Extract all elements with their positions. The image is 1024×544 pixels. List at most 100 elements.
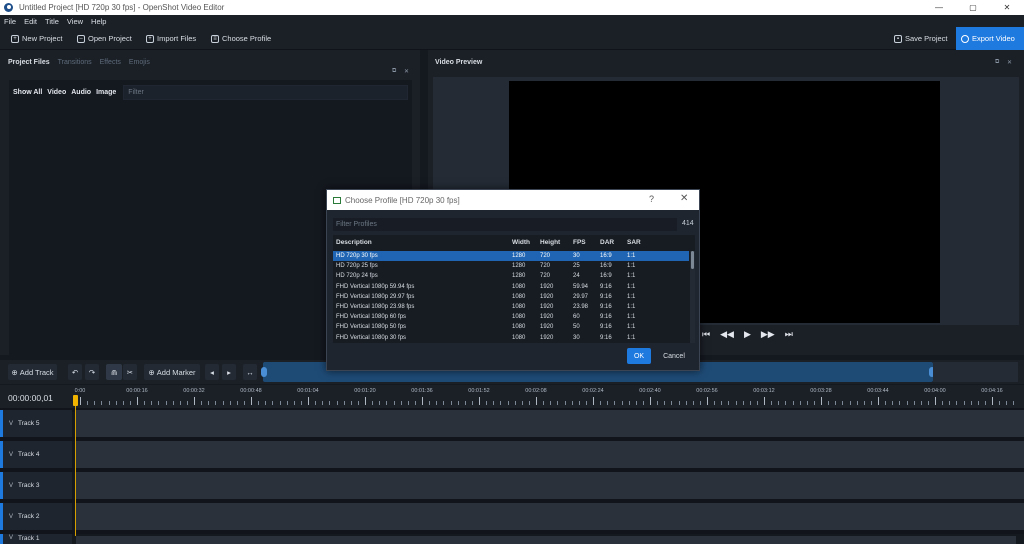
profile-row[interactable]: FHD Vertical 1080p 30 fps 1080 1920 30 9:16 1… [333,333,689,343]
profile-row[interactable]: FHD Vertical 1080p 29.97 fps 1080 1920 29.9… [333,292,689,302]
float-preview-icon[interactable]: ⧉ [995,59,999,66]
menu-title[interactable]: Title [45,17,59,26]
choose-profile-button[interactable]: ≡ Choose Profile [211,31,271,46]
menu-view[interactable]: View [67,17,83,26]
choose-profile-dialog: Choose Profile [HD 720p 30 fps] ? ✕ Filt… [326,189,700,371]
track-header[interactable]: V Track 3 [0,472,72,499]
timeline-ruler[interactable]: 00:00:00,01 0:00 00:00:16 00:00:32 00:00:48… [0,385,1024,408]
ruler-minor-tick [977,401,979,405]
column-sar[interactable]: SAR [627,239,641,246]
track-header[interactable]: V Track 5 [0,410,72,437]
track-header[interactable]: V Track 4 [0,441,72,468]
track-row: V Track 4 [0,441,1024,468]
menu-edit[interactable]: Edit [24,17,37,26]
tab-emojis[interactable]: Emojis [129,59,150,66]
menu-help[interactable]: Help [91,17,106,26]
track-header[interactable]: V Track 1 [0,534,72,544]
profile-row[interactable]: FHD Vertical 1080p 23.98 fps 1080 1920 23.9… [333,302,689,312]
chevron-down-icon[interactable]: V [9,483,13,489]
ruler-minor-tick [528,401,530,405]
track-lane[interactable] [75,472,1024,499]
column-dar[interactable]: DAR [600,239,614,246]
undo-button[interactable]: ↶ [68,364,82,380]
minimize-button[interactable]: — [922,0,956,15]
tab-transitions[interactable]: Transitions [58,59,92,66]
rewind-icon[interactable]: ◀◀ [720,329,734,340]
ruler-minor-tick [243,401,245,405]
profile-width: 1080 [512,314,526,321]
add-marker-button[interactable]: ⊕ Add Marker [144,364,200,380]
snap-button[interactable]: ⋒ [106,364,122,380]
profile-row[interactable]: HD 720p 30 fps 1280 720 30 16:9 1:1 [333,251,689,261]
profile-row[interactable]: FHD Vertical 1080p 60 fps 1080 1920 60 9:16 1… [333,312,689,322]
tab-effects[interactable]: Effects [100,59,121,66]
ruler-minor-tick [621,401,623,405]
ruler-label: 00:02:56 [696,388,718,394]
jump-start-icon[interactable]: ⏮ [702,329,710,340]
profile-row[interactable]: HD 720p 24 fps 1280 720 24 16:9 1:1 [333,271,689,281]
close-window-button[interactable]: ✕ [990,0,1024,15]
add-track-label: Add Track [19,367,54,377]
add-track-button[interactable]: ⊕ Add Track [8,364,57,380]
chevron-down-icon[interactable]: V [9,535,13,541]
ok-button[interactable]: OK [627,348,651,364]
float-panel-icon[interactable]: ⧉ [392,68,396,75]
track-header[interactable]: V Track 2 [0,503,72,530]
ruler-minor-tick [386,401,388,405]
track-row: V Track 5 [0,410,1024,437]
ruler-minor-tick [471,401,473,405]
profile-list[interactable]: Description Width Height FPS DAR SAR HD … [333,235,695,343]
ruler-minor-tick [600,401,602,405]
next-marker-button[interactable]: ▸ [222,364,236,380]
fast-forward-icon[interactable]: ▶▶ [761,329,775,340]
close-panel-icon[interactable]: ✕ [404,68,409,75]
profile-list-scrollbar[interactable] [690,251,695,343]
ruler-minor-tick [407,401,409,405]
previous-marker-button[interactable]: ◂ [205,364,219,380]
timeline-horizontal-scrollbar[interactable] [76,536,1016,544]
column-width[interactable]: Width [512,239,530,246]
chevron-down-icon[interactable]: V [9,452,13,458]
filter-show-all[interactable]: Show All [13,89,42,96]
help-icon[interactable]: ? [649,194,654,204]
chevron-down-icon[interactable]: V [9,421,13,427]
cancel-button[interactable]: Cancel [658,348,690,364]
ruler-minor-tick [657,401,659,405]
track-lane[interactable] [75,503,1024,530]
redo-button[interactable]: ↷ [85,364,99,380]
maximize-button[interactable]: ▢ [956,0,990,15]
track-lane[interactable] [75,441,1024,468]
ruler-minor-tick [963,401,965,405]
profile-height: 720 [540,273,551,280]
close-icon[interactable]: ✕ [680,193,688,204]
profile-row[interactable]: FHD Vertical 1080p 59.94 fps 1080 1920 59.9… [333,282,689,292]
profile-filter-input[interactable]: Filter Profiles [333,218,677,231]
window-title-bar: Untitled Project [HD 720p 30 fps] - Open… [0,0,1024,15]
close-preview-icon[interactable]: ✕ [1007,59,1012,66]
filter-video[interactable]: Video [47,89,66,96]
file-filter-input[interactable]: Filter [123,85,408,100]
save-project-button[interactable]: ▪ Save Project [894,31,948,46]
playhead-handle[interactable] [73,395,78,406]
open-project-button[interactable]: – Open Project [77,31,132,46]
profile-fps: 24 [573,273,580,280]
profile-dar: 16:9 [600,253,612,259]
filter-audio[interactable]: Audio [71,89,91,96]
jump-end-icon[interactable]: ⏭ [785,329,793,340]
import-files-button[interactable]: + Import Files [146,31,196,46]
chevron-down-icon[interactable]: V [9,514,13,520]
center-playhead-button[interactable]: ↔ [243,364,257,380]
play-icon[interactable]: ▶ [744,329,751,340]
profile-row[interactable]: FHD Vertical 1080p 50 fps 1080 1920 50 9:16 1… [333,322,689,332]
razor-button[interactable]: ✂ [123,364,137,380]
column-fps[interactable]: FPS [573,239,586,246]
new-project-button[interactable]: + New Project [11,31,62,46]
filter-image[interactable]: Image [96,89,116,96]
menu-file[interactable]: File [4,17,16,26]
track-lane[interactable] [75,410,1024,437]
column-description[interactable]: Description [336,239,372,246]
tab-project-files[interactable]: Project Files [8,59,50,66]
profile-row[interactable]: HD 720p 25 fps 1280 720 25 16:9 1:1 [333,261,689,271]
export-video-button[interactable]: Export Video [956,27,1024,50]
column-height[interactable]: Height [540,239,560,246]
